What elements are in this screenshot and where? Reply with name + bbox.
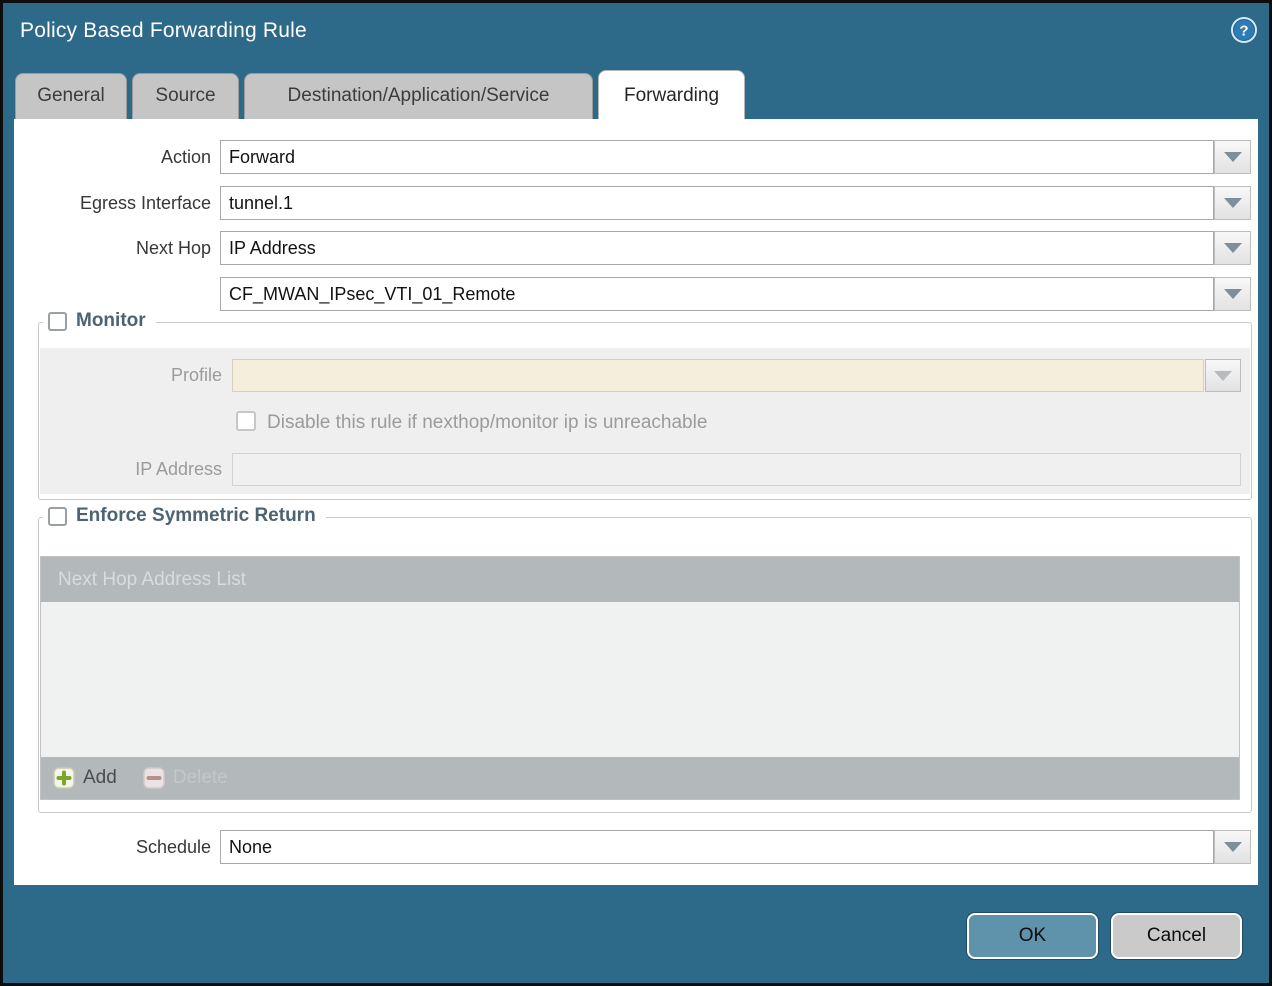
profile-dropdown-button	[1205, 359, 1241, 392]
dialog-title: Policy Based Forwarding Rule	[20, 19, 307, 43]
egress-interface-field[interactable]: tunnel.1	[220, 186, 1214, 220]
delete-button-label: Delete	[173, 767, 228, 789]
disable-rule-label: Disable this rule if nexthop/monitor ip …	[267, 412, 707, 433]
plus-icon	[53, 767, 75, 789]
schedule-label: Schedule	[14, 830, 211, 864]
profile-field	[232, 359, 1204, 392]
ok-button[interactable]: OK	[967, 913, 1098, 959]
forwarding-tab-panel: Action Forward Egress Interface tunnel.1…	[14, 119, 1258, 885]
help-icon: ?	[1230, 16, 1258, 44]
next-hop-address-list-table: Next Hop Address List Add Delete	[40, 556, 1240, 800]
profile-label: Profile	[14, 359, 222, 392]
disable-rule-checkbox	[236, 411, 256, 431]
next-hop-address-list-body[interactable]	[41, 602, 1239, 757]
policy-based-forwarding-dialog: Policy Based Forwarding Rule ? General S…	[0, 0, 1272, 986]
chevron-down-icon	[1224, 289, 1242, 299]
next-hop-type-field[interactable]: IP Address	[220, 231, 1214, 265]
chevron-down-icon	[1224, 152, 1242, 162]
minus-icon	[143, 767, 165, 789]
enforce-symmetric-return-checkbox[interactable]	[48, 507, 67, 526]
next-hop-address-field[interactable]: CF_MWAN_IPsec_VTI_01_Remote	[220, 277, 1214, 311]
next-hop-address-list-toolbar: Add Delete	[41, 757, 1239, 799]
chevron-down-icon	[1224, 243, 1242, 253]
action-dropdown-button[interactable]	[1214, 140, 1251, 174]
monitor-legend: Monitor	[43, 310, 156, 332]
svg-text:?: ?	[1239, 23, 1248, 40]
tab-source[interactable]: Source	[132, 73, 239, 119]
next-hop-address-dropdown-button[interactable]	[1214, 277, 1251, 311]
add-button-label: Add	[83, 767, 117, 789]
help-button[interactable]: ?	[1230, 16, 1258, 44]
enforce-symmetric-return-title: Enforce Symmetric Return	[76, 505, 316, 527]
tab-general[interactable]: General	[15, 73, 127, 119]
next-hop-type-dropdown-button[interactable]	[1214, 231, 1251, 265]
cancel-button[interactable]: Cancel	[1111, 913, 1242, 959]
egress-interface-label: Egress Interface	[14, 186, 211, 220]
next-hop-address-list-header: Next Hop Address List	[41, 557, 1239, 602]
schedule-dropdown-button[interactable]	[1214, 830, 1251, 864]
tab-destination-application-service[interactable]: Destination/Application/Service	[244, 73, 593, 119]
add-button[interactable]: Add	[53, 767, 117, 789]
monitor-ip-address-label: IP Address	[14, 453, 222, 486]
schedule-field[interactable]: None	[220, 830, 1214, 864]
tab-forwarding[interactable]: Forwarding	[598, 70, 745, 119]
delete-button: Delete	[143, 767, 228, 789]
chevron-down-icon	[1224, 198, 1242, 208]
action-field[interactable]: Forward	[220, 140, 1214, 174]
chevron-down-icon	[1224, 842, 1242, 852]
chevron-down-icon	[1214, 371, 1232, 381]
monitor-section-title: Monitor	[76, 310, 146, 332]
action-label: Action	[14, 140, 211, 174]
egress-interface-dropdown-button[interactable]	[1214, 186, 1251, 220]
monitor-ip-address-field	[232, 453, 1241, 486]
monitor-checkbox[interactable]	[48, 312, 67, 331]
next-hop-label: Next Hop	[14, 231, 211, 265]
enforce-symmetric-return-legend: Enforce Symmetric Return	[43, 505, 326, 527]
tab-bar: General Source Destination/Application/S…	[14, 70, 1258, 119]
